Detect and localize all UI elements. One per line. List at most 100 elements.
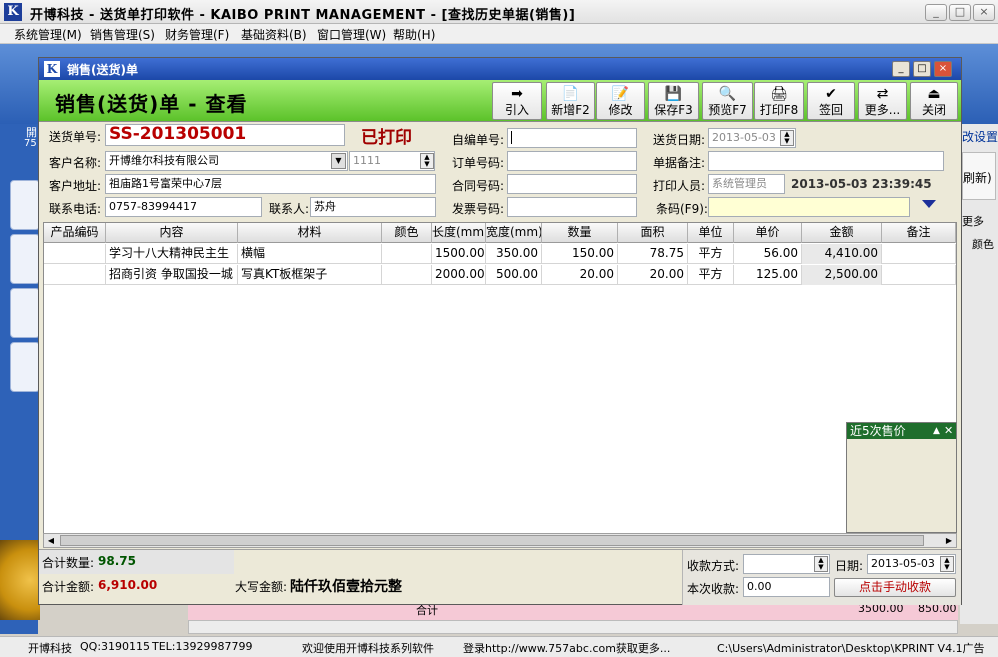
toolbar-button-label: 新增F2 (551, 103, 590, 117)
menu-window[interactable]: 窗口管理(W) (317, 26, 386, 43)
background-refresh-box[interactable]: 刷新) (962, 152, 996, 200)
more-icon: ⇄ (876, 86, 889, 102)
table-cell[interactable] (382, 265, 432, 285)
payment-method-label: 收款方式: (687, 559, 740, 573)
maximize-button[interactable]: □ (949, 4, 971, 21)
collapse-icon[interactable]: ▲ (933, 423, 940, 439)
items-grid: 产品编码 内容 材料 颜色 长度(mm) 宽度(mm) 数量 面积 单位 单价 金额 备注 学习十八大… (43, 222, 957, 534)
status-login-link[interactable]: 登录http://www.757abc.com获取更多... (463, 640, 670, 656)
grid-column-header[interactable]: 数量 (542, 223, 618, 243)
grid-column-header[interactable]: 面积 (618, 223, 688, 243)
scroll-left-icon[interactable]: ◀ (44, 534, 58, 547)
menu-finance[interactable]: 财务管理(F) (165, 26, 229, 43)
contact-field[interactable]: 苏舟 (310, 197, 436, 217)
grid-column-header[interactable]: 产品编码 (44, 223, 106, 243)
manual-payment-button[interactable]: 点击手动收款 (834, 578, 956, 597)
delivery-date-spinner-icon[interactable]: ▲ ▼ (780, 130, 794, 146)
toolbar-button-8[interactable]: ⏏ 关闭 (910, 82, 958, 120)
toolbar-button-3[interactable]: 💾 保存F3 (648, 82, 699, 120)
phone-field[interactable]: 0757-83994417 (105, 197, 262, 217)
toolbar-button-0[interactable]: ➡ 引入 (492, 82, 542, 120)
table-cell[interactable]: 125.00 (734, 265, 802, 285)
grid-column-header[interactable]: 材料 (238, 223, 382, 243)
toolbar-button-5[interactable]: 🖨 打印F8 (754, 82, 804, 120)
invoice-no-field[interactable] (507, 197, 637, 217)
table-cell[interactable] (44, 244, 106, 264)
table-row[interactable]: 学习十八大精神民主生 横幅 1500.00 350.00 150.00 78.75 平方 56… (44, 244, 956, 264)
payment-date-spinner-icon[interactable]: ▲ ▼ (940, 556, 954, 572)
scroll-right-icon[interactable]: ▶ (942, 534, 956, 547)
menu-sales[interactable]: 销售管理(S) (90, 26, 155, 43)
customer-code-spinner-icon[interactable]: ▲ ▼ (420, 153, 434, 169)
menu-basic-data[interactable]: 基础资料(B) (241, 26, 307, 43)
toolbar-button-1[interactable]: 📄 新增F2 (546, 82, 595, 120)
grid-column-header[interactable]: 金额 (802, 223, 882, 243)
toolbar-button-label: 保存F3 (654, 103, 693, 117)
grid-column-header[interactable]: 内容 (106, 223, 238, 243)
table-cell[interactable] (882, 265, 956, 285)
table-cell[interactable]: 350.00 (486, 244, 542, 264)
invoice-no-label: 发票号码: (452, 202, 505, 216)
payment-method-spinner-icon[interactable]: ▲ ▼ (814, 556, 828, 572)
table-cell[interactable]: 2,500.00 (802, 265, 882, 285)
delivery-date-label: 送货日期: (653, 133, 706, 147)
self-no-field[interactable] (507, 128, 637, 148)
barcode-input[interactable] (708, 197, 910, 217)
grid-horizontal-scrollbar[interactable]: ◀ ▶ (43, 533, 957, 548)
contract-no-field[interactable] (507, 174, 637, 194)
grid-column-header[interactable]: 备注 (882, 223, 956, 243)
background-horizontal-scrollbar[interactable] (188, 620, 958, 634)
table-cell[interactable]: 4,410.00 (802, 244, 882, 264)
table-cell[interactable]: 56.00 (734, 244, 802, 264)
close-button[interactable]: × (973, 4, 995, 21)
customer-value: 开博维尔科技有限公司 (109, 154, 219, 167)
table-cell[interactable]: 平方 (688, 244, 734, 264)
scroll-thumb[interactable] (60, 535, 924, 546)
toolbar-button-2[interactable]: 📝 修改 (596, 82, 645, 120)
customer-label: 客户名称: (49, 156, 102, 170)
grid-column-header[interactable]: 宽度(mm) (486, 223, 542, 243)
close-panel-icon[interactable]: ✕ (944, 423, 953, 439)
grid-column-header[interactable]: 单价 (734, 223, 802, 243)
table-cell[interactable]: 20.00 (542, 265, 618, 285)
total-amount-value: 6,910.00 (98, 578, 158, 592)
table-cell[interactable]: 平方 (688, 265, 734, 285)
address-field[interactable]: 祖庙路1号富荣中心7层 (105, 174, 436, 194)
grid-column-header[interactable]: 单位 (688, 223, 734, 243)
menu-help[interactable]: 帮助(H) (393, 26, 435, 43)
table-cell[interactable]: 招商引资 争取国投一城 (106, 265, 238, 285)
status-qq: QQ:3190115 (80, 640, 151, 653)
table-cell[interactable]: 2000.00 (432, 265, 486, 285)
table-cell[interactable]: 横幅 (238, 244, 382, 264)
bill-no-field[interactable]: SS-201305001 (105, 124, 345, 146)
table-cell[interactable]: 78.75 (618, 244, 688, 264)
received-field[interactable]: 0.00 (743, 577, 830, 597)
table-cell[interactable] (44, 265, 106, 285)
table-cell[interactable] (882, 244, 956, 264)
background-settings-link[interactable]: 改设置 (962, 128, 998, 145)
customer-select[interactable]: 开博维尔科技有限公司 (105, 151, 348, 171)
child-close-button[interactable]: × (934, 61, 952, 77)
toolbar-button-7[interactable]: ⇄ 更多... (858, 82, 907, 120)
toolbar-button-4[interactable]: 🔍 预览F7 (702, 82, 753, 120)
customer-dropdown-chevron-icon[interactable]: ▼ (331, 153, 346, 169)
grid-column-header[interactable]: 颜色 (382, 223, 432, 243)
table-cell[interactable] (382, 244, 432, 264)
minimize-button[interactable]: _ (925, 4, 947, 21)
menu-system[interactable]: 系统管理(M) (14, 26, 82, 43)
grid-column-header[interactable]: 长度(mm) (432, 223, 486, 243)
table-cell[interactable]: 写真KT板框架子 (238, 265, 382, 285)
child-maximize-button[interactable]: □ (913, 61, 931, 77)
table-cell[interactable]: 20.00 (618, 265, 688, 285)
child-minimize-button[interactable]: _ (892, 61, 910, 77)
background-more-link[interactable]: 更多 (962, 213, 984, 229)
table-cell[interactable]: 学习十八大精神民主生 (106, 244, 238, 264)
remark-field[interactable] (708, 151, 944, 171)
order-no-field[interactable] (507, 151, 637, 171)
toolbar-button-6[interactable]: ✔ 签回 (807, 82, 855, 120)
table-cell[interactable]: 500.00 (486, 265, 542, 285)
table-cell[interactable]: 150.00 (542, 244, 618, 264)
expand-triangle-icon[interactable] (922, 200, 936, 208)
table-row[interactable]: 招商引资 争取国投一城 写真KT板框架子 2000.00 500.00 20.00 20.… (44, 265, 956, 285)
table-cell[interactable]: 1500.00 (432, 244, 486, 264)
